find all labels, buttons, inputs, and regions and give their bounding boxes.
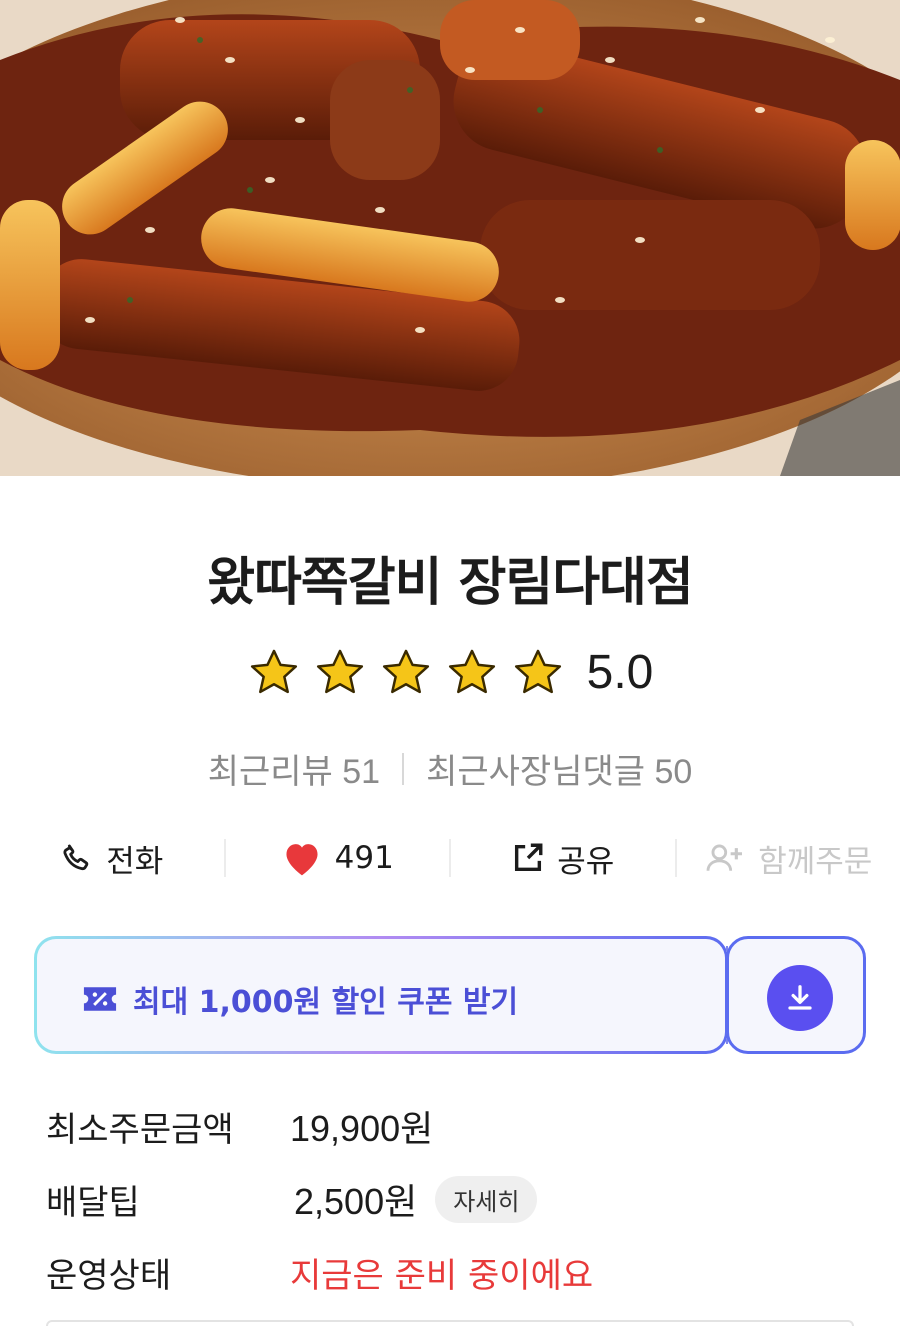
star-rating bbox=[247, 646, 565, 700]
coupon-text: 최대 1,000원 할인 쿠폰 받기 bbox=[133, 985, 519, 1020]
coupon-content: 최대 1,000원 할인 쿠폰 받기 bbox=[81, 977, 518, 1021]
delivery-tip-label: 배달팁 bbox=[46, 1182, 140, 1223]
coupon-download-area[interactable] bbox=[726, 936, 866, 1054]
divider bbox=[402, 752, 405, 785]
phone-icon bbox=[63, 844, 89, 871]
min-order-label: 최소주문금액 bbox=[46, 1109, 234, 1150]
review-summary: 최근리뷰 51 최근사장님댓글 50 bbox=[0, 744, 900, 793]
download-icon bbox=[788, 985, 812, 1010]
heart-icon bbox=[286, 844, 318, 876]
rating-row: 5.0 bbox=[0, 645, 900, 700]
status-label: 운영상태 bbox=[46, 1255, 172, 1296]
share-label: 공유 bbox=[557, 843, 615, 880]
status-row: 운영상태 지금은 준비 중이에요 bbox=[46, 1244, 593, 1300]
star-icon bbox=[316, 649, 363, 693]
call-button[interactable]: 전화 bbox=[0, 826, 224, 890]
action-bar: 전화 491 공유 함께주문 bbox=[0, 826, 900, 890]
coupon-banner[interactable]: 최대 1,000원 할인 쿠폰 받기 bbox=[34, 936, 866, 1054]
min-order-value: 19,900원 bbox=[290, 1108, 434, 1149]
star-icon bbox=[448, 649, 495, 693]
call-label: 전화 bbox=[106, 843, 164, 880]
like-count: 491 bbox=[334, 840, 394, 876]
like-button[interactable]: 491 bbox=[226, 826, 450, 890]
recent-reviews-link[interactable]: 최근리뷰 51 bbox=[208, 744, 380, 793]
coupon-body[interactable]: 최대 1,000원 할인 쿠폰 받기 bbox=[34, 936, 728, 1054]
rating-score: 5.0 bbox=[586, 646, 654, 699]
recent-owner-comments-link[interactable]: 최근사장님댓글 50 bbox=[426, 744, 692, 793]
group-order-button[interactable]: 함께주문 bbox=[677, 826, 900, 890]
store-name: 왔따쪽갈비 장림다대점 bbox=[207, 553, 694, 613]
star-icon bbox=[250, 649, 297, 693]
coupon-download-button[interactable] bbox=[767, 965, 833, 1031]
group-order-label: 함께주문 bbox=[758, 843, 873, 880]
star-icon bbox=[382, 649, 429, 693]
delivery-tip-row: 배달팁 2,500원 자세히 bbox=[46, 1171, 538, 1227]
delivery-tip-detail-button[interactable]: 자세히 bbox=[435, 1175, 538, 1223]
add-user-icon bbox=[706, 844, 743, 871]
star-icon bbox=[514, 649, 561, 693]
delivery-tip-value: 2,500원 bbox=[294, 1181, 418, 1222]
min-order-row: 최소주문금액 19,900원 bbox=[46, 1098, 433, 1154]
next-section-edge bbox=[46, 1320, 854, 1326]
store-hero-image bbox=[0, 0, 900, 476]
share-icon bbox=[515, 843, 543, 872]
coupon-icon bbox=[83, 987, 117, 1011]
share-button[interactable]: 공유 bbox=[451, 826, 675, 890]
status-value: 지금은 준비 중이에요 bbox=[290, 1255, 594, 1296]
